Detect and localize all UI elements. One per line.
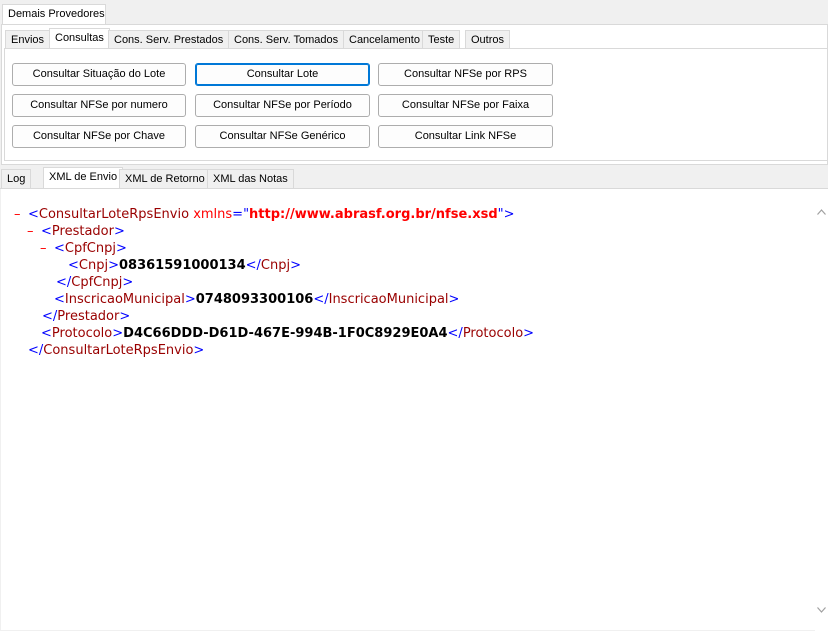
tab-envios[interactable]: Envios [5, 30, 51, 50]
xml-line-cpfcnpj-close: </CpfCnpj> [56, 275, 134, 290]
tab-consultas[interactable]: Consultas [49, 28, 110, 50]
xml-line-prestador-close: </Prestador> [42, 309, 131, 324]
xml-line-prestador-open: – <Prestador> [27, 223, 125, 240]
xml-prestador-tag: Prestador [51, 224, 114, 239]
consultar-nfse-faixa-button[interactable]: Consultar NFSe por Faixa [378, 94, 553, 117]
xml-viewer[interactable]: – <ConsultarLoteRpsEnvio xmlns="http://ww… [1, 189, 815, 630]
xml-im-tag: InscricaoMunicipal [64, 292, 185, 307]
tab-xml-retorno[interactable]: XML de Retorno [119, 169, 211, 189]
xml-xmlns-value: http://www.abrasf.org.br/nfse.xsd [249, 207, 498, 222]
tab-teste[interactable]: Teste [422, 30, 461, 50]
collapse-prestador-icon[interactable]: – [27, 223, 41, 240]
xml-cpfcnpj-close-tag: CpfCnpj [71, 275, 123, 290]
tab-log[interactable]: Log [1, 169, 32, 189]
vertical-scrollbar[interactable] [815, 189, 828, 631]
xml-cnpj-close-tag: Cnpj [260, 258, 291, 273]
xml-line-protocolo: <Protocolo>D4C66DDD-D61D-467E-994B-1F0C8… [41, 326, 535, 341]
xml-line-root-close: </ConsultarLoteRpsEnvio> [28, 343, 205, 358]
xml-xmlns-attr: xmlns [193, 207, 233, 222]
xml-cnpj-value: 08361591000134 [119, 258, 246, 273]
tab-cons-serv-tomados[interactable]: Cons. Serv. Tomados [228, 30, 345, 50]
consultar-link-nfse-button[interactable]: Consultar Link NFSe [378, 125, 553, 148]
xml-cpfcnpj-tag: CpfCnpj [64, 241, 116, 256]
scroll-down-arrow-icon[interactable] [817, 607, 826, 613]
collapse-cpfcnpj-icon[interactable]: – [40, 240, 54, 257]
xml-im-value: 0748093300106 [195, 292, 314, 307]
xml-line-cnpj: <Cnpj>08361591000134</Cnpj> [68, 258, 302, 273]
consultar-nfse-chave-button[interactable]: Consultar NFSe por Chave [12, 125, 186, 148]
xml-line-inscricao-municipal: <InscricaoMunicipal>0748093300106</Inscr… [54, 292, 460, 307]
collapse-root-icon[interactable]: – [14, 206, 28, 223]
tab-demais-provedores[interactable]: Demais Provedores [2, 4, 106, 25]
xml-cnpj-tag: Cnpj [78, 258, 109, 273]
xml-protocolo-tag: Protocolo [51, 326, 113, 341]
consultar-nfse-numero-button[interactable]: Consultar NFSe por numero [12, 94, 186, 117]
consultar-situacao-lote-button[interactable]: Consultar Situação do Lote [12, 63, 186, 86]
scroll-up-arrow-icon[interactable] [817, 209, 826, 215]
tab-xml-notas[interactable]: XML das Notas [207, 169, 294, 189]
tab-cancelamento[interactable]: Cancelamento [343, 30, 426, 50]
xml-protocolo-close-tag: Protocolo [462, 326, 524, 341]
xml-im-close-tag: InscricaoMunicipal [328, 292, 449, 307]
xml-line-root-open: – <ConsultarLoteRpsEnvio xmlns="http://ww… [14, 206, 515, 223]
consultar-nfse-rps-button[interactable]: Consultar NFSe por RPS [378, 63, 553, 86]
consultar-lote-button[interactable]: Consultar Lote [195, 63, 370, 86]
xml-root-close-tag: ConsultarLoteRpsEnvio [43, 343, 194, 358]
tab-outros[interactable]: Outros [465, 30, 511, 50]
consultar-nfse-periodo-button[interactable]: Consultar NFSe por Período [195, 94, 370, 117]
xml-line-cpfcnpj-open: – <CpfCnpj> [40, 240, 127, 257]
xml-root-tag: ConsultarLoteRpsEnvio [38, 207, 190, 222]
tab-xml-envio[interactable]: XML de Envio [43, 167, 124, 189]
consultar-nfse-generico-button[interactable]: Consultar NFSe Genérico [195, 125, 370, 148]
tab-cons-serv-prestados[interactable]: Cons. Serv. Prestados [108, 30, 230, 50]
xml-protocolo-value: D4C66DDD-D61D-467E-994B-1F0C8929E0A4 [123, 326, 448, 341]
xml-prestador-close-tag: Prestador [57, 309, 120, 324]
